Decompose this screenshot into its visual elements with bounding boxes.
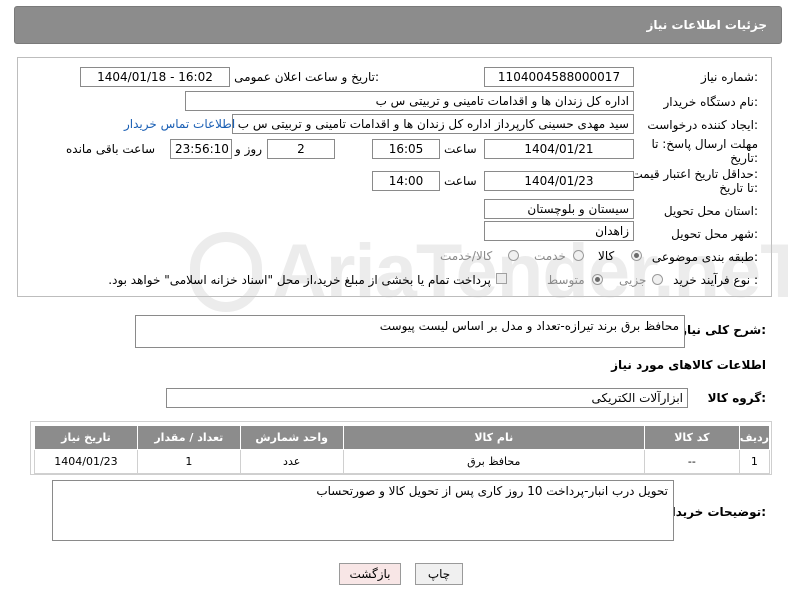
page-header: جزئیات اطلاعات نیاز <box>14 6 782 44</box>
buyer-org-field: اداره کل زندان ها و اقدامات تامینی و ترب… <box>185 91 634 111</box>
category-radio-service[interactable] <box>573 250 584 261</box>
deadline-time-label: ساعت <box>444 142 477 156</box>
goods-group-field: ابزارآلات الکتریکی <box>166 388 688 408</box>
buyer-notes-textarea[interactable]: تحویل درب انبار-پرداخت 10 روز کاری پس از… <box>52 480 674 541</box>
category-radio-goods-service[interactable] <box>508 250 519 261</box>
summary-textarea[interactable]: محافظ برق برند تیرازه-تعداد و مدل بر اسا… <box>135 315 685 348</box>
category-label: طبقه بندی موضوعی: <box>651 250 758 264</box>
deadline-date-field: 1404/01/21 <box>484 139 634 159</box>
deadline-time-field: 16:05 <box>372 139 440 159</box>
payment-note: پرداخت تمام یا بخشی از مبلغ خرید،از محل … <box>108 273 491 287</box>
category-option-goods: کالا <box>598 249 615 263</box>
validity-time-label: ساعت <box>444 174 477 188</box>
col-qty: تعداد / مقدار <box>136 425 241 450</box>
remaining-time-field: 23:56:10 <box>170 139 232 159</box>
category-option-service: خدمت <box>534 249 566 263</box>
remaining-label: ساعت باقی مانده <box>66 142 156 156</box>
goods-section-title: اطلاعات کالاهای مورد نیاز <box>611 358 766 372</box>
city-field: زاهدان <box>484 221 634 241</box>
validity-label-date: تا تاریخ: <box>719 181 758 195</box>
summary-label: شرح کلی نیاز: <box>680 323 766 337</box>
cell-unit: عدد <box>239 449 344 474</box>
goods-group-label: گروه کالا: <box>707 391 766 405</box>
summary-text: محافظ برق برند تیرازه-تعداد و مدل بر اسا… <box>379 319 679 333</box>
goods-table-frame: ردیف کد کالا نام کالا واحد شمارش تعداد /… <box>30 421 772 475</box>
goods-table-header-row: ردیف کد کالا نام کالا واحد شمارش تعداد /… <box>34 425 771 450</box>
need-number-label: شماره نیاز: <box>700 70 758 84</box>
watermark-text: AriaTender.neT <box>272 229 788 314</box>
need-number-field: 1104004588000017 <box>484 67 634 87</box>
announce-label: تاریخ و ساعت اعلان عمومی: <box>234 70 379 84</box>
process-option-medium: متوسط <box>547 273 585 287</box>
col-unit: واحد شمارش <box>239 425 344 450</box>
category-option-goods-service: کالا/خدمت <box>440 249 493 263</box>
print-button[interactable]: چاپ <box>415 563 463 585</box>
col-code: کد کالا <box>643 425 740 450</box>
validity-date-field: 1404/01/23 <box>484 171 634 191</box>
province-label: استان محل تحویل: <box>663 204 758 218</box>
back-button[interactable]: بازگشت <box>339 563 401 585</box>
cell-name: محافظ برق <box>342 449 645 474</box>
process-label: نوع فرآیند خرید : <box>673 273 758 287</box>
days-field: 2 <box>267 139 335 159</box>
validity-time-field: 14:00 <box>372 171 440 191</box>
buyer-notes-text: تحویل درب انبار-پرداخت 10 روز کاری پس از… <box>316 484 668 498</box>
cell-qty: 1 <box>136 449 241 474</box>
cell-code: -- <box>643 449 740 474</box>
col-date: تاریخ نیاز <box>34 425 138 450</box>
buyer-contact-link[interactable]: اطلاعات تماس خریدار <box>124 117 235 131</box>
process-option-minor: جزیی <box>619 273 647 287</box>
process-radio-minor[interactable] <box>652 274 663 285</box>
payment-checkbox[interactable] <box>496 273 507 284</box>
buyer-org-label: نام دستگاه خریدار: <box>663 95 759 109</box>
col-row: ردیف <box>738 425 771 450</box>
col-name: نام کالا <box>342 425 645 450</box>
goods-table: ردیف کد کالا نام کالا واحد شمارش تعداد /… <box>34 425 771 474</box>
days-label: روز و <box>235 142 262 156</box>
watermark-shield-icon <box>190 232 262 312</box>
process-radio-medium[interactable] <box>592 274 603 285</box>
announce-field: 1404/01/18 - 16:02 <box>80 67 230 87</box>
buyer-notes-label: توضیحات خریدار: <box>664 505 766 519</box>
deadline-label-date: تاریخ: <box>730 151 758 165</box>
cell-row: 1 <box>738 449 771 474</box>
cell-date: 1404/01/23 <box>34 449 138 474</box>
creator-label: ایجاد کننده درخواست: <box>647 118 758 132</box>
province-field: سیستان و بلوچستان <box>484 199 634 219</box>
page-title: جزئیات اطلاعات نیاز <box>646 18 767 32</box>
table-row: 1 -- محافظ برق عدد 1 1404/01/23 <box>34 449 771 474</box>
category-radio-goods[interactable] <box>631 250 642 261</box>
deadline-label: مهلت ارسال پاسخ: تا <box>651 137 758 151</box>
city-label: شهر محل تحویل: <box>671 227 758 241</box>
creator-field: سید مهدی حسینی کارپرداز اداره کل زندان ه… <box>232 114 634 134</box>
validity-label: حداقل تاریخ اعتبار قیمت: <box>631 167 758 181</box>
